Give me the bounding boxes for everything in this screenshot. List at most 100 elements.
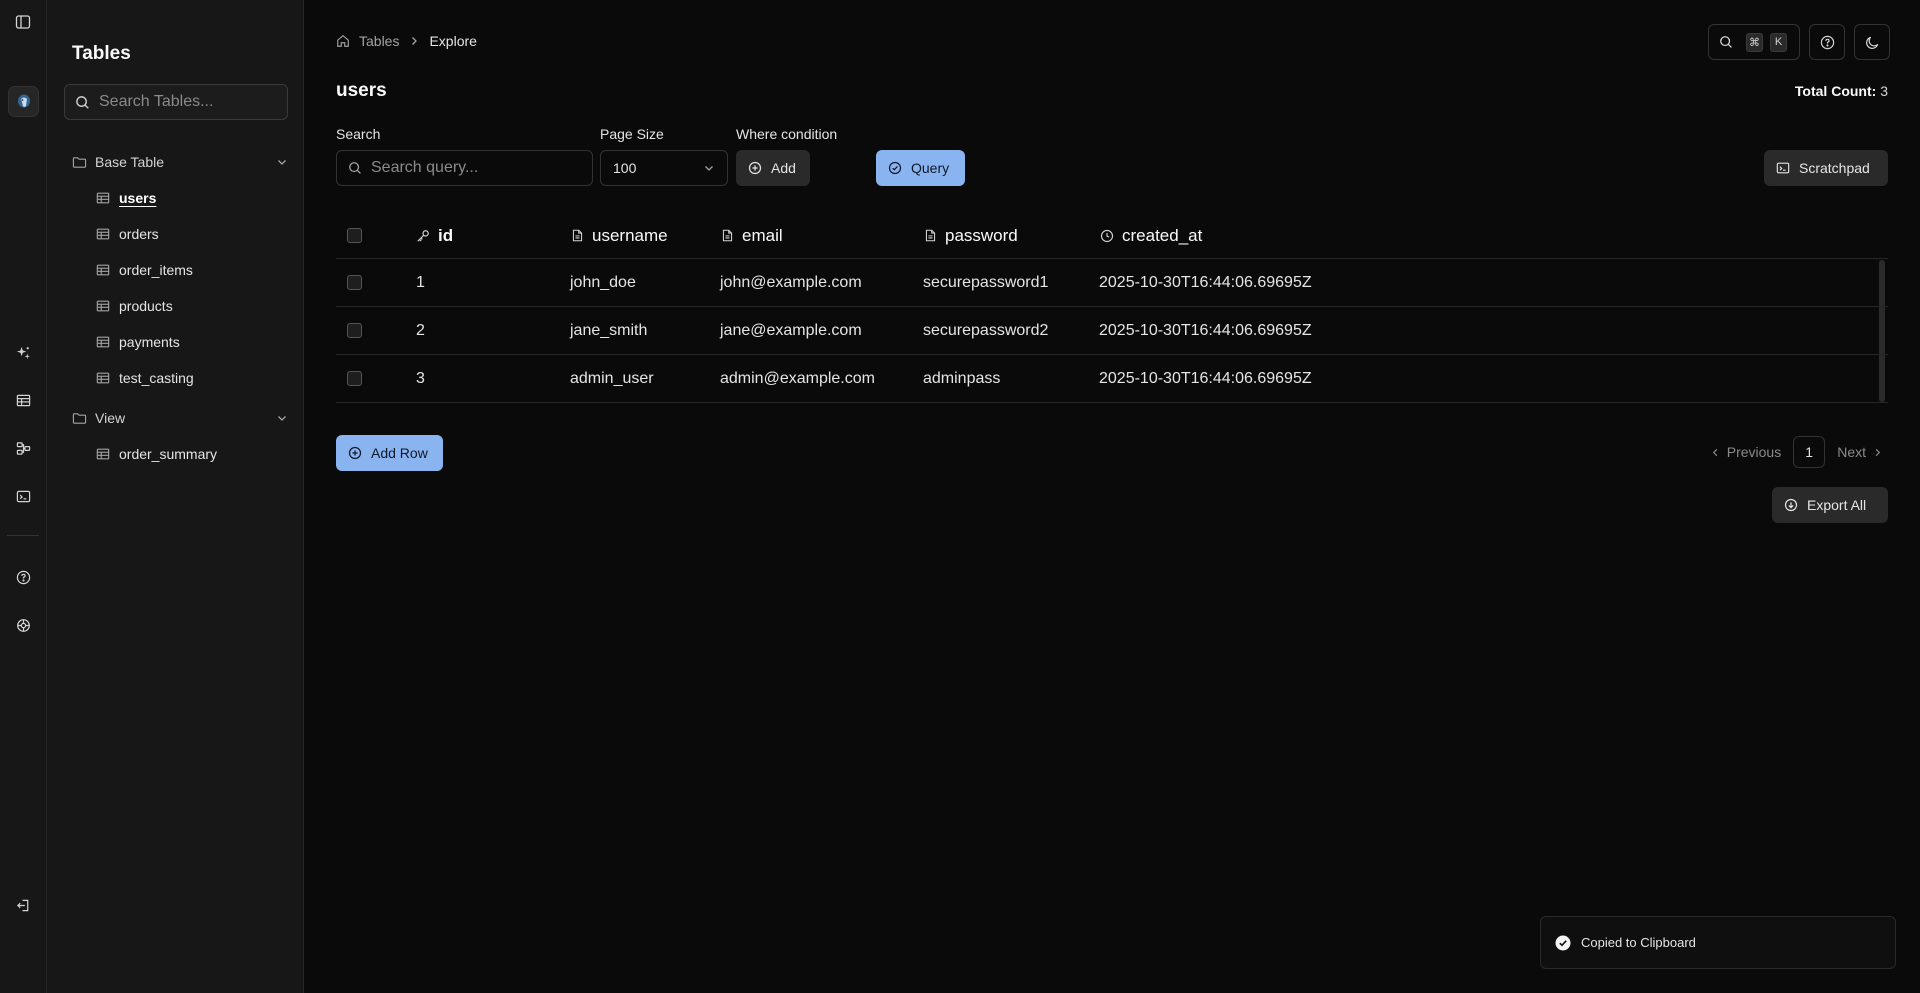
- table-search-field[interactable]: [64, 84, 288, 120]
- column-label: created_at: [1122, 225, 1203, 245]
- query-button[interactable]: Query: [876, 150, 965, 186]
- chevron-left-icon: [1712, 448, 1718, 456]
- column-label: id: [438, 225, 454, 245]
- cell-username[interactable]: admin_user: [570, 370, 654, 388]
- sidebar-toggle-icon[interactable]: [11, 10, 35, 34]
- help-button[interactable]: [1809, 24, 1845, 60]
- breadcrumb-tables-link[interactable]: Tables: [359, 33, 399, 49]
- cell-password[interactable]: securepassword2: [923, 322, 1048, 340]
- cell-username[interactable]: john_doe: [570, 274, 636, 292]
- where-condition-label: Where condition: [736, 126, 838, 142]
- terminal-icon: [1776, 161, 1790, 175]
- sidebar-item-label: users: [119, 190, 157, 206]
- sidebar-item-label: orders: [119, 226, 159, 242]
- scratchpad-button[interactable]: Scratchpad: [1764, 150, 1888, 186]
- sidebar-item-payments[interactable]: payments: [96, 330, 180, 354]
- cell-created-at[interactable]: 2025-10-30T16:44:06.69695Z: [1099, 370, 1312, 388]
- column-header-username[interactable]: username: [571, 226, 668, 246]
- chevron-down-icon[interactable]: [276, 156, 288, 168]
- shortcut-key: ⌘: [1746, 32, 1763, 52]
- tree-group-view[interactable]: View: [72, 406, 288, 430]
- cell-id[interactable]: 2: [416, 322, 425, 340]
- column-header-email[interactable]: email: [721, 226, 783, 246]
- terminal-icon[interactable]: [11, 484, 35, 508]
- settings-icon[interactable]: [11, 613, 35, 637]
- tree-group-base-table[interactable]: Base Table: [72, 150, 288, 174]
- chevron-down-icon: [703, 162, 715, 174]
- page-title: users: [336, 80, 387, 101]
- main-content: Tables Explore ⌘ K users Total Count: 3 …: [304, 0, 1920, 993]
- page-size-select[interactable]: 100: [600, 150, 728, 186]
- key-icon: [417, 229, 429, 242]
- top-actions: ⌘ K: [1708, 24, 1890, 60]
- row-checkbox[interactable]: [347, 275, 362, 290]
- sidebar-item-test-casting[interactable]: test_casting: [96, 366, 194, 390]
- download-circle-icon: [1784, 498, 1798, 512]
- cell-password[interactable]: securepassword1: [923, 274, 1048, 292]
- help-icon: [1820, 35, 1834, 49]
- table-icon: [96, 372, 110, 384]
- command-search-button[interactable]: ⌘ K: [1708, 24, 1800, 60]
- logout-icon[interactable]: [11, 893, 35, 917]
- add-row-label: Add Row: [371, 445, 428, 461]
- plus-circle-icon: [748, 161, 762, 175]
- sidebar-item-orders[interactable]: orders: [96, 222, 159, 246]
- row-checkbox[interactable]: [347, 323, 362, 338]
- next-label: Next: [1837, 444, 1866, 460]
- next-page-button[interactable]: Next: [1837, 444, 1883, 460]
- select-all-checkbox[interactable]: [347, 228, 362, 243]
- toast-message: Copied to Clipboard: [1581, 935, 1696, 950]
- search-label: Search: [336, 126, 381, 142]
- add-row-button[interactable]: Add Row: [336, 435, 443, 471]
- sparkles-icon[interactable]: [11, 340, 35, 364]
- postgres-logo-icon[interactable]: [8, 86, 39, 117]
- search-icon: [348, 161, 362, 175]
- table-icon: [96, 264, 110, 276]
- cell-username[interactable]: jane_smith: [570, 322, 647, 340]
- table-row[interactable]: 3 admin_user admin@example.com adminpass…: [336, 355, 1888, 403]
- cell-password[interactable]: adminpass: [923, 370, 1000, 388]
- table-row[interactable]: 1 john_doe john@example.com securepasswo…: [336, 259, 1888, 307]
- table-icon: [96, 192, 110, 204]
- row-checkbox[interactable]: [347, 371, 362, 386]
- column-header-created-at[interactable]: created_at: [1100, 226, 1202, 246]
- sidebar-item-users[interactable]: users: [96, 186, 156, 210]
- query-search-input[interactable]: [371, 159, 571, 177]
- file-icon: [572, 229, 583, 242]
- sidebar-item-order-items[interactable]: order_items: [96, 258, 193, 282]
- cell-created-at[interactable]: 2025-10-30T16:44:06.69695Z: [1099, 274, 1312, 292]
- breadcrumb-current: Explore: [429, 33, 477, 49]
- chevron-down-icon[interactable]: [276, 412, 288, 424]
- table-icon: [96, 300, 110, 312]
- table-icon: [96, 228, 110, 240]
- cell-created-at[interactable]: 2025-10-30T16:44:06.69695Z: [1099, 322, 1312, 340]
- page-number-button[interactable]: 1: [1793, 436, 1826, 468]
- tree-group-label: View: [95, 410, 126, 426]
- column-header-id[interactable]: id: [416, 226, 453, 246]
- table-icon[interactable]: [11, 388, 35, 412]
- folder-icon: [72, 411, 87, 426]
- theme-toggle-button[interactable]: [1854, 24, 1890, 60]
- table-row[interactable]: 2 jane_smith jane@example.com securepass…: [336, 307, 1888, 355]
- scratchpad-label: Scratchpad: [1799, 160, 1870, 176]
- add-condition-button[interactable]: Add: [736, 150, 810, 186]
- schema-icon[interactable]: [11, 436, 35, 460]
- cell-email[interactable]: jane@example.com: [720, 322, 862, 340]
- home-icon[interactable]: [336, 34, 350, 48]
- moon-icon: [1865, 36, 1878, 49]
- cell-id[interactable]: 3: [416, 370, 425, 388]
- sidebar-item-products[interactable]: products: [96, 294, 173, 318]
- cell-email[interactable]: admin@example.com: [720, 370, 875, 388]
- table-search-input[interactable]: [99, 93, 269, 111]
- breadcrumb: Tables Explore: [336, 33, 477, 49]
- cell-email[interactable]: john@example.com: [720, 274, 862, 292]
- check-circle-icon: [1555, 935, 1571, 951]
- help-icon[interactable]: [11, 565, 35, 589]
- export-all-button[interactable]: Export All: [1772, 487, 1888, 523]
- query-search-field[interactable]: [336, 150, 593, 186]
- sidebar-item-order-summary[interactable]: order_summary: [96, 442, 217, 466]
- cell-id[interactable]: 1: [416, 274, 425, 292]
- column-header-password[interactable]: password: [924, 226, 1018, 246]
- sidebar-item-label: products: [119, 298, 173, 314]
- previous-page-button[interactable]: Previous: [1710, 444, 1781, 460]
